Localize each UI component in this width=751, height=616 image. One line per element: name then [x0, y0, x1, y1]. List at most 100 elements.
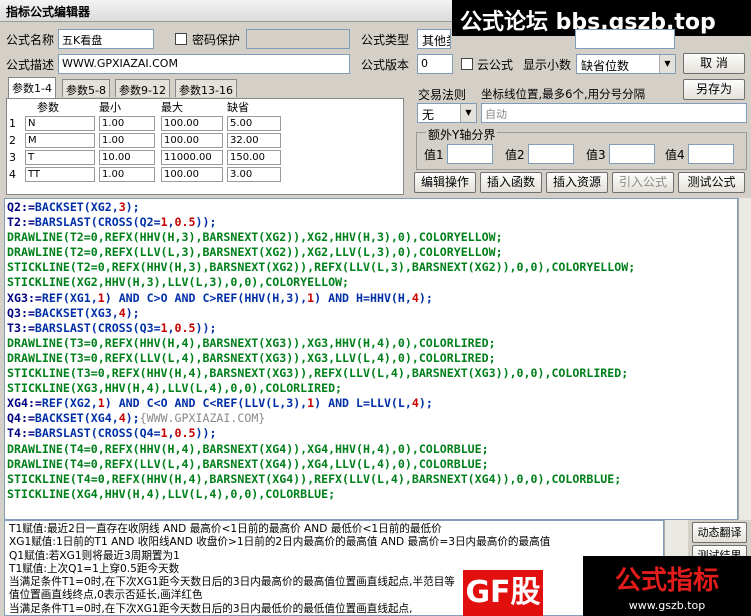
param-name-cell[interactable]: TT [25, 167, 95, 182]
name-input[interactable]: 五K看盘 [58, 29, 154, 49]
param-default-cell[interactable]: 32.00 [227, 133, 281, 148]
gszb-logo-url: www.gszb.top [628, 599, 706, 612]
cloud-label: 云公式 [477, 58, 514, 72]
yaxis-v4-input[interactable] [688, 144, 734, 164]
code-line: DRAWLINE(T2=0,REFX(HHV(H,3),BARSNEXT(XG2… [7, 230, 503, 245]
param-row: 3 T 10.00 11000.00 150.00 [7, 149, 285, 166]
version-input[interactable]: 0 [417, 54, 453, 74]
decimal-select[interactable]: 缺省位数 ▼ [576, 54, 676, 74]
tab-params-13-16[interactable]: 参数13-16 [175, 79, 237, 97]
test-formula-button[interactable]: 测试公式 [678, 172, 745, 193]
desc-label: 公式描述 [6, 58, 55, 72]
yaxis-v2-input[interactable] [528, 144, 574, 164]
param-name-cell[interactable]: M [25, 133, 95, 148]
yaxis-v3-input[interactable] [609, 144, 655, 164]
param-name-cell[interactable]: T [25, 150, 95, 165]
code-line: STICKLINE(XG4,HHV(H,4),LLV(L,4),0,0),COL… [7, 486, 336, 501]
draw-select[interactable]: 主图叠加 [575, 29, 675, 49]
insert-func-button[interactable]: 插入函数 [480, 172, 542, 193]
code-line: STICKLINE(XG2,HHV(H,3),LLV(L,3),0,0),COL… [7, 275, 350, 290]
param-min-cell[interactable]: 10.00 [99, 150, 155, 165]
password-input[interactable] [246, 29, 350, 49]
param-max-cell[interactable]: 100.00 [161, 133, 223, 148]
code-scrollbar[interactable] [738, 198, 751, 520]
code-line: STICKLINE(T3=0,REFX(HHV(H,4),BARSNEXT(XG… [7, 366, 629, 381]
insert-res-button[interactable]: 插入资源 [546, 172, 608, 193]
gf-logo: GF股 [463, 570, 543, 616]
param-max-cell[interactable]: 11000.00 [161, 150, 223, 165]
row-index: 4 [9, 168, 16, 181]
code-line: DRAWLINE(T2=0,REFX(LLV(L,3),BARSNEXT(XG2… [7, 245, 503, 260]
gszb-logo-title: 公式指标 [614, 566, 719, 596]
version-label: 公式版本 [361, 58, 410, 72]
param-row: 2 M 1.00 100.00 32.00 [7, 132, 285, 149]
code-line: STICKLINE(XG3,HHV(H,4),LLV(L,4),0,0),COL… [7, 381, 343, 396]
param-default-cell[interactable]: 150.00 [227, 150, 281, 165]
code-line: Q3:=BACKSET(XG3,4); [7, 305, 140, 320]
type-select[interactable]: 其他类型 [417, 29, 451, 49]
password-checkbox[interactable] [175, 33, 187, 45]
param-max-cell[interactable]: 100.00 [161, 167, 223, 182]
param-min-cell[interactable]: 1.00 [99, 116, 155, 131]
code-editor[interactable]: Q2:=BACKSET(XG2,3); T2:=BARSLAST(CROSS(Q… [4, 198, 738, 520]
code-line: T4:=BARSLAST(CROSS(Q4=1,0.5)); [7, 426, 217, 441]
code-line: T2:=BARSLAST(CROSS(Q2=1,0.5)); [7, 215, 217, 230]
param-default-cell[interactable]: 3.00 [227, 167, 281, 182]
chevron-down-icon[interactable]: ▼ [659, 55, 675, 73]
desc-input[interactable]: WWW.GPXIAZAI.COM [58, 54, 350, 74]
message-line: XG1赋值:1日前的T1 AND 收阳线AND 收盘价>1日前的2日内最高价的最… [9, 536, 551, 549]
trade-rule-value: 无 [422, 108, 435, 122]
window-title: 指标公式编辑器 [6, 5, 91, 19]
trade-rule-select[interactable]: 无 ▼ [417, 103, 477, 123]
code-line: STICKLINE(T4=0,REFX(HHV(H,4),BARSNEXT(XG… [7, 471, 622, 486]
code-line: XG3:=REF(XG1,1) AND C>O AND C>REF(HHV(H,… [7, 290, 433, 305]
code-line: XG4:=REF(XG2,1) AND C<O AND C<REF(LLV(L,… [7, 396, 433, 411]
message-line: 当满足条件T1=0时,在下次XG1距今天数日后的3日内最低价的最低值位置画直线起… [9, 602, 413, 615]
edit-ops-button[interactable]: 编辑操作 [414, 172, 476, 193]
message-line: 当满足条件T1=0时,在下次XG1距今天数日后的3日内最高价的最高值位置画直线起… [9, 576, 455, 589]
param-min-cell[interactable]: 1.00 [99, 167, 155, 182]
cloud-checkbox[interactable] [461, 58, 473, 70]
trade-rule-label: 交易法则 [418, 88, 467, 102]
param-row: 4 TT 1.00 100.00 3.00 [7, 166, 285, 183]
yaxis-group-label: 额外Y轴分界 [426, 126, 498, 143]
header-default: 缺省 [227, 101, 249, 114]
param-max-cell[interactable]: 100.00 [161, 116, 223, 131]
dynamic-translate-button[interactable]: 动态翻译 [692, 522, 747, 543]
message-line: T1赋值:最近2日一直存在收阴线 AND 最高价<1日前的最高价 AND 最低价… [9, 523, 442, 535]
chevron-down-icon[interactable]: ▼ [460, 104, 476, 122]
tab-params-9-12[interactable]: 参数9-12 [115, 79, 170, 97]
code-line: Q2:=BACKSET(XG2,3); [7, 200, 140, 214]
tab-params-1-4[interactable]: 参数1-4 [8, 77, 56, 98]
param-default-cell[interactable]: 5.00 [227, 116, 281, 131]
yaxis-v1-input[interactable] [447, 144, 493, 164]
coord-input[interactable]: 自动 [481, 103, 747, 123]
save-as-button[interactable]: 另存为 [683, 79, 745, 100]
row-index: 1 [9, 117, 16, 130]
name-label: 公式名称 [6, 33, 55, 47]
decimal-value: 缺省位数 [581, 59, 630, 73]
message-panel: T1赋值:最近2日一直存在收阴线 AND 最高价<1日前的最高价 AND 最低价… [4, 520, 664, 616]
gszb-logo: 公式指标 www.gszb.top [583, 556, 751, 616]
import-formula-button[interactable]: 引入公式 [612, 172, 674, 193]
row-index: 2 [9, 134, 16, 147]
message-line: T1赋值:上次Q1=1上穿0.5距今天数 [9, 562, 180, 575]
code-line: T3:=BARSLAST(CROSS(Q3=1,0.5)); [7, 320, 217, 335]
code-line: DRAWLINE(T4=0,REFX(LLV(L,4),BARSNEXT(XG4… [7, 456, 489, 471]
header-min: 最小 [99, 101, 121, 114]
yaxis-v2-label: 值2 [505, 148, 525, 162]
decimal-label: 显示小数 [523, 58, 572, 72]
message-line: 值位置画直线终点,0表示否延长,画洋红色 [9, 589, 203, 602]
tab-params-5-8[interactable]: 参数5-8 [62, 79, 110, 97]
cancel-button[interactable]: 取 消 [683, 53, 745, 74]
param-grid: 参数 最小 最大 缺省 1 N 1.00 100.00 5.00 2 M 1.0… [6, 98, 404, 195]
param-min-cell[interactable]: 1.00 [99, 133, 155, 148]
yaxis-v1-label: 值1 [424, 148, 444, 162]
code-line: DRAWLINE(T3=0,REFX(LLV(L,4),BARSNEXT(XG3… [7, 350, 496, 365]
yaxis-v4-label: 值4 [665, 148, 685, 162]
param-name-cell[interactable]: N [25, 116, 95, 131]
type-label: 公式类型 [361, 33, 410, 47]
header-max: 最大 [161, 101, 183, 114]
message-line: Q1赋值:若XG1则将最近3周期置为1 [9, 549, 180, 562]
header-param: 参数 [37, 101, 59, 114]
